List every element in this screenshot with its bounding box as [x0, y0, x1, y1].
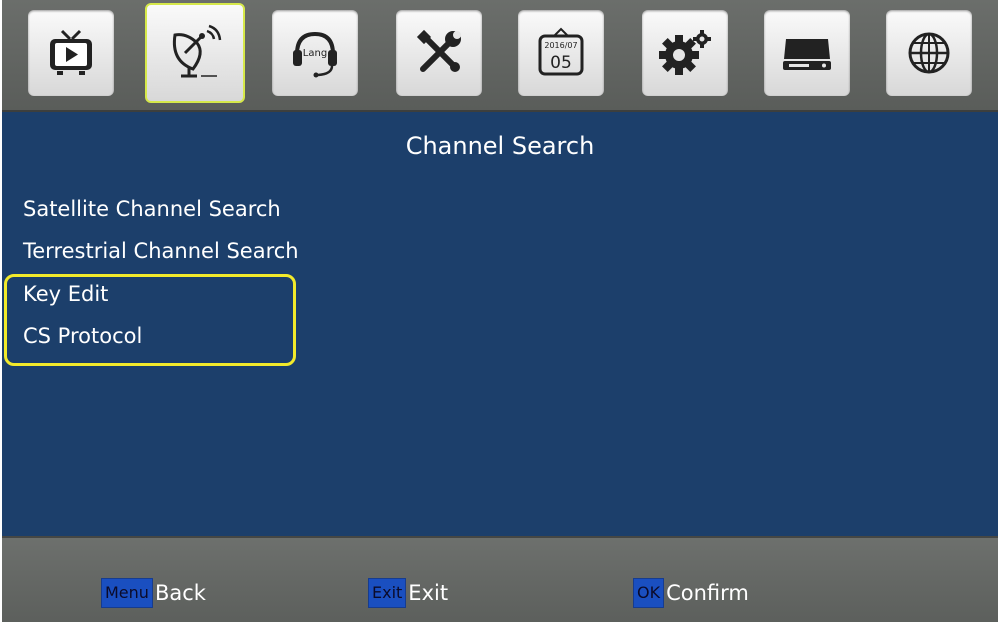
- storage-drive-icon: [780, 33, 834, 73]
- tab-tools[interactable]: [396, 10, 482, 96]
- tab-channel-search[interactable]: [145, 3, 245, 103]
- calendar-day-text: 05: [550, 53, 572, 73]
- tab-tv[interactable]: [28, 10, 114, 96]
- menu-key-badge: Menu: [101, 578, 153, 608]
- tools-icon: [413, 27, 465, 79]
- language-headset-icon: Lang: [288, 26, 342, 80]
- globe-icon: [904, 28, 954, 78]
- selection-highlight-box: [4, 274, 296, 366]
- tab-calendar[interactable]: 2016/07 05: [518, 10, 604, 96]
- top-icon-bar: Lang 2016/07 05: [2, 0, 998, 112]
- tab-network[interactable]: [886, 10, 972, 96]
- menu-item-satellite-channel-search[interactable]: Satellite Channel Search: [23, 197, 281, 221]
- hint-exit[interactable]: Exit Exit: [368, 578, 448, 608]
- tab-settings[interactable]: [642, 10, 728, 96]
- settings-gears-icon: [657, 27, 713, 79]
- calendar-month-text: 2016/07: [544, 41, 577, 50]
- page-title: Channel Search: [405, 132, 595, 160]
- satellite-dish-icon: [167, 23, 223, 83]
- calendar-icon: 2016/07 05: [535, 26, 587, 80]
- hint-confirm[interactable]: OK Confirm: [633, 578, 749, 608]
- tab-language[interactable]: Lang: [272, 10, 358, 96]
- language-icon-text: Lang: [303, 48, 327, 59]
- hint-back[interactable]: Menu Back: [101, 578, 206, 608]
- tv-icon: [47, 28, 95, 78]
- exit-label: Exit: [408, 581, 449, 605]
- ok-key-badge: OK: [633, 578, 665, 608]
- hint-bar: Menu Back Exit Exit OK Confirm: [2, 536, 998, 622]
- back-label: Back: [154, 581, 206, 605]
- exit-key-badge: Exit: [368, 578, 407, 608]
- confirm-label: Confirm: [666, 581, 749, 605]
- menu-item-terrestrial-channel-search[interactable]: Terrestrial Channel Search: [23, 239, 299, 263]
- screen: Lang 2016/07 05 Channel Search Satellite…: [2, 0, 998, 622]
- tab-storage[interactable]: [764, 10, 850, 96]
